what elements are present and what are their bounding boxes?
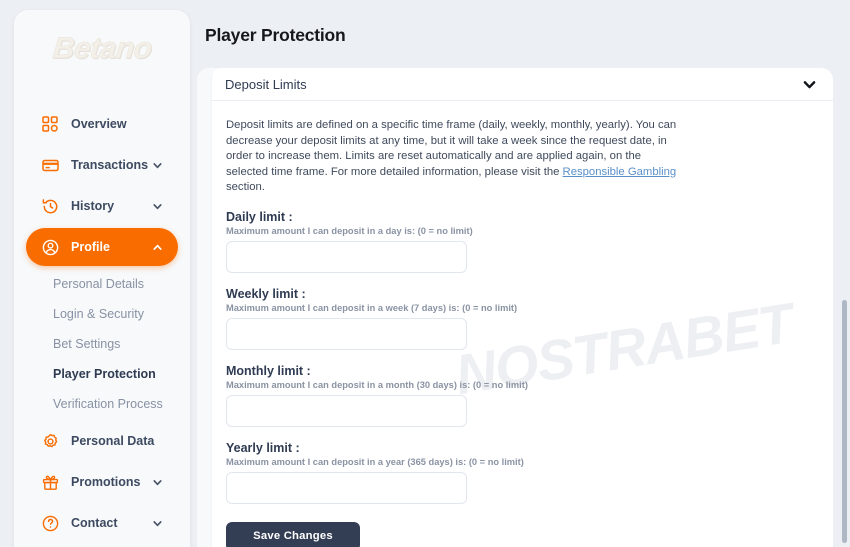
- sidebar-item-promotions[interactable]: Promotions: [26, 463, 178, 501]
- chevron-up-icon[interactable]: [150, 240, 164, 254]
- sidebar-item-player-protection[interactable]: Player Protection: [26, 359, 178, 389]
- question-circle-icon: [40, 513, 60, 533]
- sidebar-item-login-security[interactable]: Login & Security: [26, 299, 178, 329]
- sidebar-item-label: History: [71, 199, 115, 213]
- chevron-down-icon[interactable]: [801, 76, 817, 92]
- brand-logo[interactable]: Betano: [14, 10, 190, 88]
- save-changes-button[interactable]: Save Changes: [226, 521, 360, 547]
- sidebar-item-overview[interactable]: Overview: [26, 105, 178, 143]
- content-panel: Deposit Limits Deposit limits are define…: [197, 68, 833, 547]
- main-content: Player Protection Deposit Limits Deposit…: [190, 0, 850, 547]
- sidebar-item-personal-data[interactable]: Personal Data: [26, 422, 178, 460]
- chevron-down-icon[interactable]: [150, 475, 164, 489]
- field-weekly-limit: Weekly limit : Maximum amount I can depo…: [226, 287, 819, 350]
- sidebar-item-personal-details[interactable]: Personal Details: [26, 269, 178, 299]
- sidebar-item-label: Contact: [71, 516, 118, 530]
- field-label: Monthly limit :: [226, 363, 311, 378]
- field-hint: Maximum amount I can deposit in a month …: [226, 379, 528, 390]
- sidebar-item-contact[interactable]: Contact: [26, 504, 178, 542]
- daily-limit-input[interactable]: [226, 240, 467, 273]
- accordion-header-deposit-limits[interactable]: Deposit Limits: [212, 68, 833, 101]
- page-title: Player Protection: [205, 25, 346, 45]
- sidebar-subnav-profile: Personal Details Login & Security Bet Se…: [14, 269, 190, 419]
- field-hint: Maximum amount I can deposit in a week (…: [226, 302, 518, 313]
- sidebar-item-label: Profile: [71, 240, 110, 254]
- app-root: Betano Overview Transactions History Pro…: [0, 0, 850, 547]
- grid-icon: [40, 114, 60, 134]
- yearly-limit-input[interactable]: [226, 471, 467, 504]
- field-monthly-limit: Monthly limit : Maximum amount I can dep…: [226, 364, 819, 427]
- sidebar-item-bet-settings[interactable]: Bet Settings: [26, 329, 178, 359]
- chevron-placeholder: [154, 434, 168, 448]
- sidebar-item-label: Personal Data: [71, 434, 155, 448]
- chevron-down-icon[interactable]: [150, 158, 164, 172]
- accordion-body: Deposit limits are defined on a specific…: [212, 101, 833, 547]
- accordion-title: Deposit Limits: [225, 76, 307, 92]
- field-yearly-limit: Yearly limit : Maximum amount I can depo…: [226, 441, 819, 504]
- chevron-down-icon[interactable]: [150, 199, 164, 213]
- sidebar-item-transactions[interactable]: Transactions: [26, 146, 178, 184]
- history-clock-icon: [40, 196, 60, 216]
- credit-card-icon: [40, 155, 60, 175]
- sidebar-item-label: Promotions: [71, 475, 141, 489]
- user-circle-icon: [40, 237, 60, 257]
- field-label: Daily limit :: [226, 209, 293, 224]
- sidebar-nav: Overview Transactions History Profile Pe…: [14, 88, 190, 542]
- sidebar-item-label: Transactions: [71, 158, 149, 172]
- sidebar-item-label: Overview: [71, 117, 127, 131]
- field-label: Weekly limit :: [226, 286, 306, 301]
- monthly-limit-input[interactable]: [226, 394, 467, 427]
- field-daily-limit: Daily limit : Maximum amount I can depos…: [226, 210, 819, 273]
- sidebar-item-profile[interactable]: Profile: [26, 228, 178, 266]
- deposit-limits-card: Deposit Limits Deposit limits are define…: [212, 68, 833, 547]
- chevron-down-icon[interactable]: [150, 516, 164, 530]
- gear-icon: [40, 431, 60, 451]
- responsible-gambling-link[interactable]: Responsible Gambling: [563, 166, 677, 178]
- field-hint: Maximum amount I can deposit in a day is…: [226, 225, 473, 236]
- gift-icon: [40, 472, 60, 492]
- description-text-post: section.: [226, 181, 265, 194]
- field-label: Yearly limit :: [226, 440, 300, 455]
- chevron-placeholder: [150, 117, 164, 131]
- deposit-limits-description: Deposit limits are defined on a specific…: [226, 118, 686, 196]
- brand-logo-text: Betano: [50, 32, 154, 66]
- scrollbar-thumb[interactable]: [842, 300, 847, 543]
- sidebar: Betano Overview Transactions History Pro…: [14, 10, 190, 547]
- sidebar-item-verification-process[interactable]: Verification Process: [26, 389, 178, 419]
- field-hint: Maximum amount I can deposit in a year (…: [226, 456, 524, 467]
- weekly-limit-input[interactable]: [226, 317, 467, 350]
- sidebar-item-history[interactable]: History: [26, 187, 178, 225]
